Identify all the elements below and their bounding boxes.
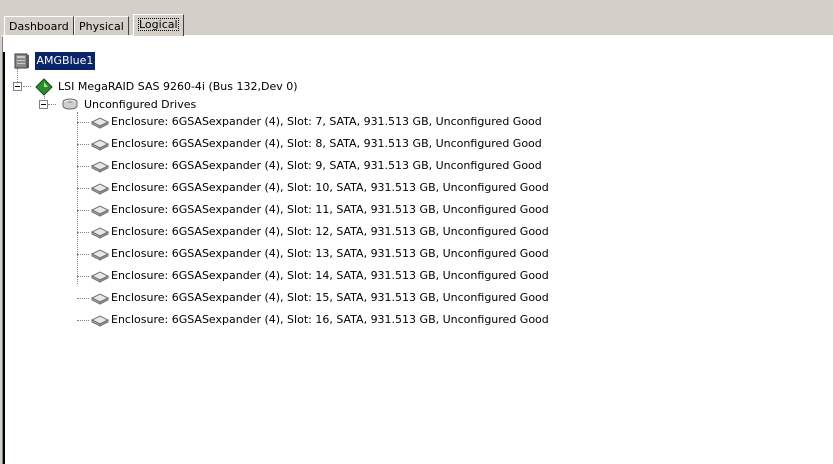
tree-connector [77, 254, 89, 256]
collapse-toggle-icon[interactable] [13, 82, 22, 91]
tab-physical[interactable]: Physical [74, 16, 129, 35]
disk-drive-icon [90, 267, 110, 285]
tree-node-drive-label: Enclosure: 6GSASexpander (4), Slot: 9, S… [111, 159, 542, 172]
tree-node-drive[interactable]: Enclosure: 6GSASexpander (4), Slot: 9, S… [90, 157, 544, 175]
tree-connector [77, 320, 89, 322]
tree-node-drive[interactable]: Enclosure: 6GSASexpander (4), Slot: 8, S… [90, 135, 544, 153]
tree-node-controller-label: LSI MegaRAID SAS 9260-4i (Bus 132,Dev 0) [58, 80, 298, 93]
disk-drive-icon [90, 179, 110, 197]
tree-connector [77, 210, 89, 212]
tab-logical-label: Logical [138, 18, 179, 31]
tree-node-drive[interactable]: Enclosure: 6GSASexpander (4), Slot: 10, … [90, 179, 551, 197]
disk-drive-icon [90, 223, 110, 241]
tree-node-drive-label: Enclosure: 6GSASexpander (4), Slot: 10, … [111, 181, 549, 194]
server-icon [13, 52, 31, 70]
tree-connector [77, 232, 89, 234]
tree-node-drive-label: Enclosure: 6GSASexpander (4), Slot: 13, … [111, 247, 549, 260]
drive-group-icon [61, 96, 79, 114]
raid-manager-window: Dashboard Physical Logical AMGBlue1 LSI … [0, 0, 833, 464]
disk-drive-icon [90, 289, 110, 307]
tree-connector [77, 122, 89, 124]
tree-node-controller[interactable]: LSI MegaRAID SAS 9260-4i (Bus 132,Dev 0) [13, 78, 300, 96]
tab-logical[interactable]: Logical [133, 14, 184, 36]
panel-edge [3, 52, 5, 464]
tree-node-drive[interactable]: Enclosure: 6GSASexpander (4), Slot: 7, S… [90, 113, 544, 131]
tree-connector [77, 188, 89, 190]
tab-physical-label: Physical [79, 20, 124, 33]
tree-connector [77, 166, 89, 168]
disk-drive-icon [90, 135, 110, 153]
tree-node-drive[interactable]: Enclosure: 6GSASexpander (4), Slot: 11, … [90, 201, 551, 219]
disk-drive-icon [90, 201, 110, 219]
tree-node-drive-label: Enclosure: 6GSASexpander (4), Slot: 11, … [111, 203, 549, 216]
disk-drive-icon [90, 245, 110, 263]
disk-drive-icon [90, 157, 110, 175]
tree-node-root[interactable]: AMGBlue1 [13, 52, 96, 70]
disk-drive-icon [90, 113, 110, 131]
tree-connector [77, 298, 89, 300]
tree-node-drive[interactable]: Enclosure: 6GSASexpander (4), Slot: 12, … [90, 223, 551, 241]
tree-connector [77, 112, 79, 284]
logical-tree-panel: AMGBlue1 LSI MegaRAID SAS 9260-4i (Bus 1… [2, 36, 833, 464]
tree-connector [77, 276, 89, 278]
tab-dashboard-label: Dashboard [9, 20, 69, 33]
tree-node-drive[interactable]: Enclosure: 6GSASexpander (4), Slot: 13, … [90, 245, 551, 263]
tree-node-drive-label: Enclosure: 6GSASexpander (4), Slot: 14, … [111, 269, 549, 282]
tree-node-unconfigured-drives[interactable]: Unconfigured Drives [39, 96, 198, 114]
tree-node-drive[interactable]: Enclosure: 6GSASexpander (4), Slot: 14, … [90, 267, 551, 285]
disk-drive-icon [90, 311, 110, 329]
tree-node-drive-label: Enclosure: 6GSASexpander (4), Slot: 15, … [111, 291, 549, 304]
tree-node-root-label: AMGBlue1 [34, 52, 96, 70]
tree-node-drive-label: Enclosure: 6GSASexpander (4), Slot: 16, … [111, 313, 549, 326]
tree-node-drive[interactable]: Enclosure: 6GSASexpander (4), Slot: 16, … [90, 311, 551, 329]
tree-connector [77, 144, 89, 146]
view-tabstrip: Dashboard Physical Logical [2, 14, 833, 36]
collapse-toggle-icon[interactable] [39, 100, 48, 109]
tab-divider [2, 35, 833, 36]
tree-node-drive[interactable]: Enclosure: 6GSASexpander (4), Slot: 15, … [90, 289, 551, 307]
controller-diamond-icon [34, 78, 53, 96]
tree-node-drive-label: Enclosure: 6GSASexpander (4), Slot: 12, … [111, 225, 549, 238]
tree-node-unconfigured-drives-label: Unconfigured Drives [84, 98, 197, 111]
tab-dashboard[interactable]: Dashboard [4, 16, 74, 35]
tree-node-drive-label: Enclosure: 6GSASexpander (4), Slot: 7, S… [111, 115, 542, 128]
tree-node-drive-label: Enclosure: 6GSASexpander (4), Slot: 8, S… [111, 137, 542, 150]
